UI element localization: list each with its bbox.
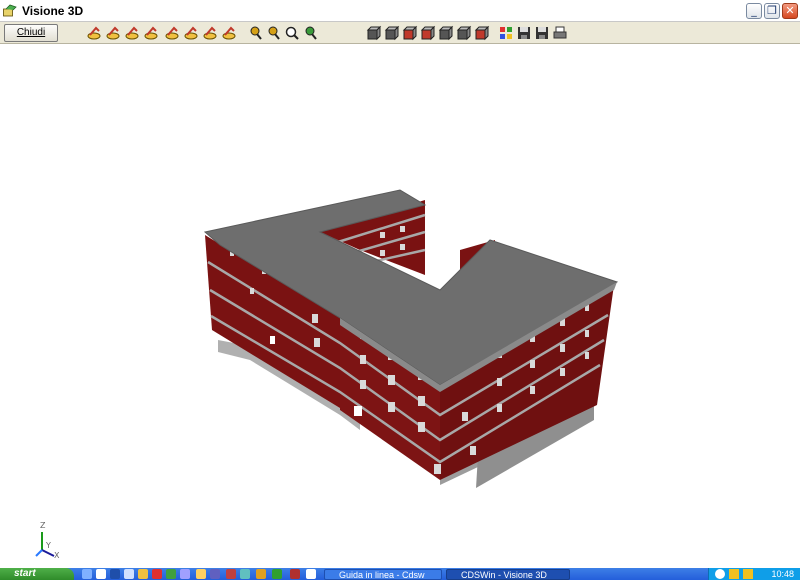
zoom-window-button[interactable] [284, 25, 300, 41]
view-wireframe-icon [366, 25, 382, 41]
view-front-icon [384, 25, 400, 41]
quicklaunch-icon[interactable] [96, 569, 106, 579]
building-model [203, 189, 619, 488]
close-view-button[interactable]: Chiudi [4, 24, 58, 42]
view-top-icon [438, 25, 454, 41]
rotate-down-icon [144, 26, 158, 40]
rotate-right-button[interactable] [105, 25, 121, 41]
quicklaunch-icon[interactable] [82, 569, 92, 579]
view-rendered-button[interactable] [474, 25, 490, 41]
tray-icon[interactable] [729, 569, 739, 579]
taskbar: start Guida in linea - Cdsw CDSWin - Vis… [0, 568, 800, 580]
restore-button[interactable]: ❐ [764, 3, 780, 19]
axis-z-label: Z [40, 521, 46, 530]
system-tray: 10:48 [708, 568, 800, 580]
view-solid-button[interactable] [420, 25, 436, 41]
zoom-out-icon [268, 26, 280, 40]
save-icon [518, 27, 530, 39]
pan-left-icon [165, 26, 179, 40]
quicklaunch-icon[interactable] [110, 569, 120, 579]
zoom-extents-button[interactable] [303, 25, 319, 41]
app-logo-icon [3, 4, 17, 17]
pan-up-icon [203, 26, 217, 40]
rotate-left-icon [87, 26, 101, 40]
close-window-button[interactable]: ✕ [782, 3, 798, 19]
view-iso-icon [456, 25, 472, 41]
axis-y-label: Y [45, 541, 51, 550]
title-bar: Visione 3D _ ❐ ✕ [0, 0, 800, 22]
close-icon: ✕ [785, 4, 795, 17]
pan-down-icon [222, 26, 236, 40]
3d-viewport[interactable]: Z Y X [0, 44, 800, 568]
view-iso-button[interactable] [456, 25, 472, 41]
taskbar-item[interactable]: Guida in linea - Cdsw [324, 569, 442, 580]
tray-icon[interactable] [743, 569, 753, 579]
pan-up-button[interactable] [202, 25, 218, 41]
zoom-extents-icon [305, 26, 317, 40]
print-button[interactable] [552, 25, 568, 41]
axis-indicator: Z Y X [35, 521, 60, 560]
view-side-button[interactable] [402, 25, 418, 41]
quicklaunch-icon[interactable] [290, 569, 300, 579]
rotate-up-icon [125, 26, 139, 40]
minimize-icon: _ [751, 4, 757, 17]
rotate-left-button[interactable] [86, 25, 102, 41]
quicklaunch-icon[interactable] [210, 569, 220, 579]
export-image-button[interactable] [534, 25, 550, 41]
view-rendered-icon [474, 25, 490, 41]
quicklaunch-icon[interactable] [138, 569, 148, 579]
zoom-window-icon [285, 26, 299, 40]
start-button[interactable]: start [0, 568, 74, 580]
color-palette-icon [500, 27, 512, 39]
window-title: Visione 3D [22, 4, 84, 18]
view-wireframe-button[interactable] [366, 25, 382, 41]
pan-right-button[interactable] [183, 25, 199, 41]
quicklaunch-icon[interactable] [226, 569, 236, 579]
taskbar-item-active[interactable]: CDSWin - Visione 3D [446, 569, 570, 580]
color-palette-button[interactable] [498, 25, 514, 41]
zoom-out-button[interactable] [266, 25, 282, 41]
pan-down-button[interactable] [221, 25, 237, 41]
quicklaunch-icon[interactable] [166, 569, 176, 579]
minimize-button[interactable]: _ [746, 3, 762, 19]
quicklaunch-icon[interactable] [152, 569, 162, 579]
restore-icon: ❐ [767, 4, 777, 17]
axis-x-label: X [54, 551, 60, 560]
rotate-down-button[interactable] [143, 25, 159, 41]
export-image-icon [536, 27, 548, 39]
rotate-right-icon [106, 26, 120, 40]
quicklaunch-icon[interactable] [180, 569, 190, 579]
view-solid-icon [420, 25, 436, 41]
clock: 10:48 [771, 569, 794, 579]
quicklaunch-icon[interactable] [240, 569, 250, 579]
rotate-up-button[interactable] [124, 25, 140, 41]
toolbar: Chiudi [0, 22, 800, 44]
view-front-button[interactable] [384, 25, 400, 41]
view-side-icon [402, 25, 418, 41]
quicklaunch-icon[interactable] [306, 569, 316, 579]
view-top-button[interactable] [438, 25, 454, 41]
zoom-in-button[interactable] [248, 25, 264, 41]
quicklaunch-icon[interactable] [256, 569, 266, 579]
pan-right-icon [184, 26, 198, 40]
save-button[interactable] [516, 25, 532, 41]
pan-left-button[interactable] [164, 25, 180, 41]
print-icon [553, 26, 567, 39]
zoom-in-icon [250, 26, 262, 40]
quicklaunch-icon[interactable] [196, 569, 206, 579]
tray-icon[interactable] [715, 569, 725, 579]
quicklaunch-icon[interactable] [272, 569, 282, 579]
quicklaunch-icon[interactable] [124, 569, 134, 579]
